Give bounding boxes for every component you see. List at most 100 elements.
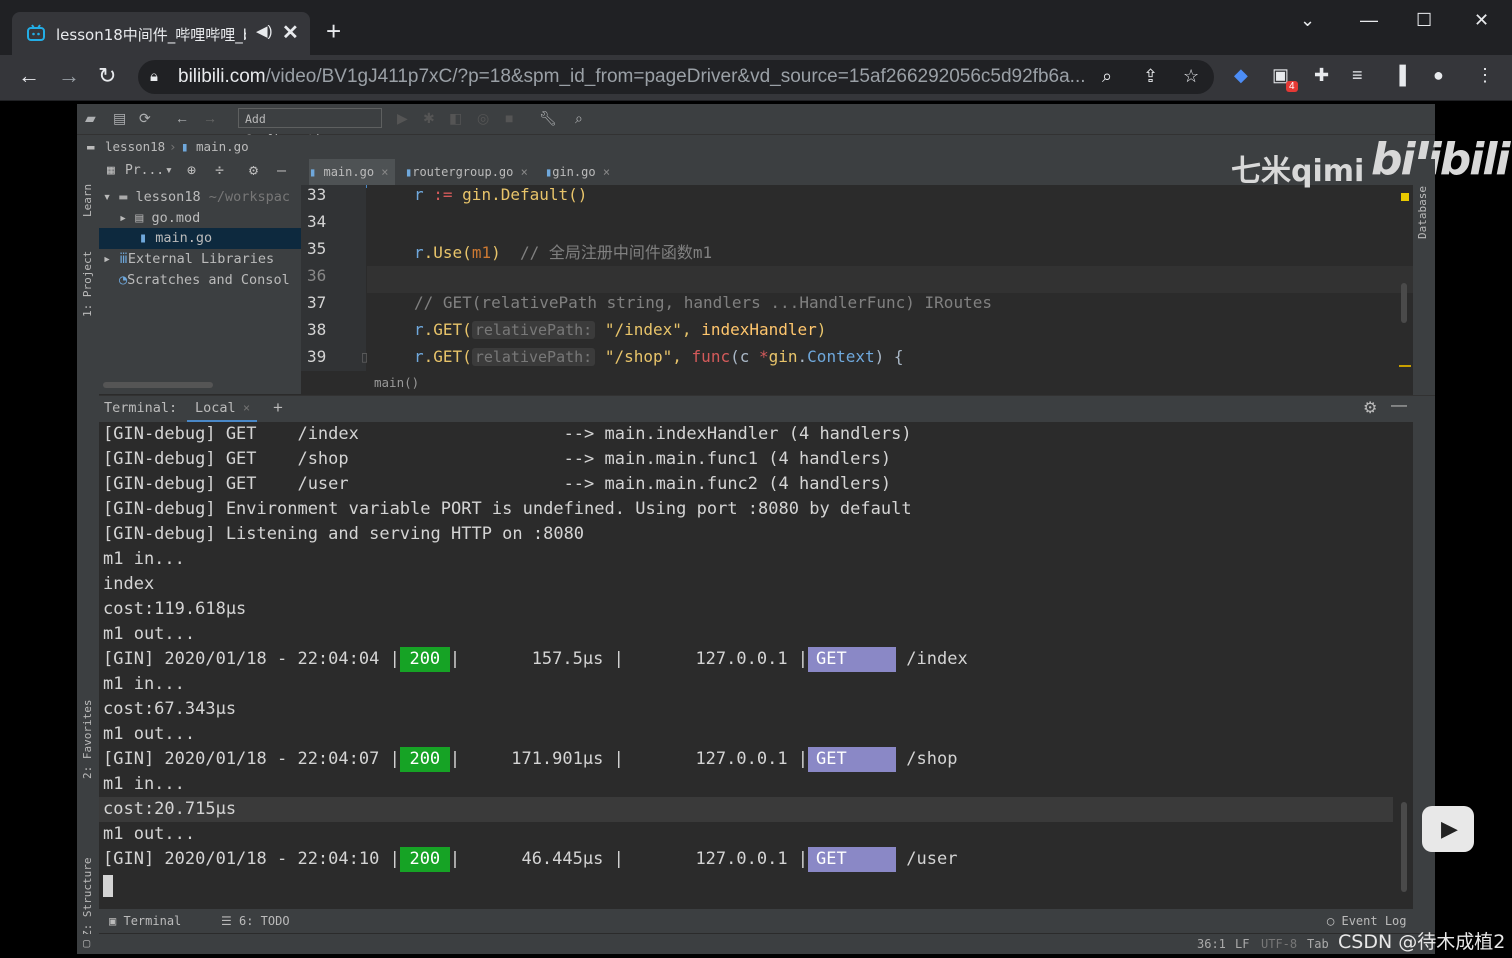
locate-icon[interactable]: ⊕ [187, 161, 196, 179]
error-stripe-mark[interactable] [1399, 365, 1411, 367]
open-folder-icon[interactable]: ▰ [85, 110, 96, 127]
caret-position[interactable]: 36:1 [1197, 937, 1226, 951]
bottom-tool-tabs: ▣ Terminal ☰ 6: TODO ◯ Event Log [99, 909, 1435, 933]
status-badge: 200 [399, 747, 450, 772]
collapse-icon[interactable]: ÷ [215, 161, 224, 179]
line-highlight [99, 797, 1393, 822]
right-tool-strip: Database [1413, 159, 1435, 909]
close-window-icon[interactable]: ✕ [1474, 10, 1489, 31]
close-tab-icon[interactable]: ✕ [282, 20, 299, 45]
tree-item-gomod[interactable]: ▸ ▤ go.mod [119, 210, 200, 226]
terminal-tool-tab[interactable]: ▣ Terminal [109, 914, 181, 928]
status-badge: 200 [399, 647, 450, 672]
indent-setting[interactable]: Tab [1307, 937, 1329, 951]
new-terminal-icon[interactable]: + [273, 398, 283, 418]
terminal-line: m1 out... [103, 824, 196, 844]
bookmark-star-icon[interactable]: ☆ [1183, 66, 1199, 87]
forward-nav-icon[interactable]: → [203, 110, 217, 126]
project-view-selector[interactable]: Pr... [125, 163, 164, 178]
play-icon[interactable]: ▶ [1441, 816, 1458, 842]
list-icon: ☰ [221, 914, 232, 928]
terminal-output[interactable]: [GIN-debug] GET /index --> main.indexHan… [99, 422, 1413, 907]
debug-icon[interactable]: ✱ [423, 110, 435, 127]
hide-panel-icon[interactable]: — [277, 161, 286, 179]
line-number: 33 [307, 185, 327, 204]
layout-icon[interactable]: ▢ [83, 936, 90, 950]
dropdown-arrow-icon[interactable]: ▾ [165, 163, 173, 178]
editor-tab-main[interactable]: ▮ main.go × [309, 159, 395, 188]
speaker-icon[interactable]: ◀) [256, 22, 273, 40]
database-tool-tab[interactable]: Database [1416, 186, 1429, 239]
event-log-tab[interactable]: ◯ Event Log [1327, 914, 1407, 928]
terminal-line: m1 in... [103, 674, 185, 694]
stop-icon[interactable]: ■ [505, 110, 513, 126]
tree-item-external-libraries[interactable]: ▸ ⅲExternal Libraries [103, 251, 274, 267]
bilibili-player-icon[interactable]: ▶ [1422, 806, 1474, 852]
add-configuration-button[interactable]: Add Configuration... [238, 108, 382, 146]
reading-list-icon[interactable]: ≡ [1352, 65, 1363, 86]
extension-diamond-icon[interactable]: ◆ [1234, 65, 1248, 86]
extensions-puzzle-icon[interactable]: ✚ [1314, 65, 1329, 86]
editor-tab-routergroup[interactable]: ▮routergroup.go × [405, 159, 537, 185]
close-icon[interactable]: × [603, 165, 610, 179]
learn-tool-tab[interactable]: Learn [81, 184, 94, 217]
code-line-33: r := gin.Default() [414, 185, 588, 204]
line-separator[interactable]: LF [1235, 937, 1249, 951]
tree-item-scratches[interactable]: ◔Scratches and Consol [119, 272, 290, 288]
address-bar[interactable]: 🔒︎ bilibili.com/video/BV1gJ411p7xC/?p=18… [138, 60, 1214, 94]
terminal-line: index [103, 574, 155, 594]
code-editor[interactable]: r := gin.Default() r.Use(m1) // 全局注册中间件函… [367, 185, 1413, 381]
zoom-icon[interactable]: ⌕ [1102, 66, 1112, 87]
hide-panel-icon[interactable]: — [1391, 397, 1407, 415]
side-panel-icon[interactable]: ▐ [1393, 65, 1406, 86]
maximize-icon[interactable]: ☐ [1416, 10, 1432, 31]
project-tool-tab[interactable]: 1: Project [81, 251, 94, 317]
editor-scrollbar[interactable] [1401, 283, 1407, 323]
run-icon[interactable]: ▶ [397, 110, 408, 127]
terminal-scrollbar[interactable] [1401, 802, 1407, 892]
settings-wrench-icon[interactable]: 🔧︎ [539, 110, 557, 127]
forward-icon[interactable]: → [58, 63, 80, 89]
tree-item-maingo[interactable]: ▮ main.go [139, 230, 212, 246]
tab-search-icon[interactable]: ⌄ [1300, 10, 1315, 31]
share-icon[interactable]: ⇪ [1143, 66, 1158, 87]
terminal-tab-local[interactable]: Local × [187, 396, 257, 423]
gear-icon[interactable]: ⚙ [1363, 398, 1377, 418]
search-everywhere-icon[interactable]: ⌕ [575, 110, 583, 127]
browser-tab[interactable]: lesson18中间件_哔哩哔哩_b ◀) ✕ [12, 12, 310, 55]
file-encoding[interactable]: UTF-8 [1261, 937, 1297, 951]
close-icon[interactable]: × [243, 401, 250, 415]
gear-icon[interactable]: ⚙ [249, 161, 258, 179]
project-view-icon: ▦ [107, 163, 115, 178]
inspection-indicator-icon[interactable] [1401, 193, 1409, 201]
browser-toolbar: ← → ↻ 🔒︎ bilibili.com/video/BV1gJ411p7xC… [0, 55, 1512, 100]
back-nav-icon[interactable]: ← [175, 110, 189, 126]
editor-tab-gin[interactable]: ▮gin.go × [545, 159, 625, 185]
new-tab-icon[interactable]: + [326, 18, 341, 44]
horizontal-scrollbar[interactable] [103, 382, 213, 388]
structure-tool-tab[interactable]: Z: Structure [81, 858, 94, 937]
menu-icon[interactable]: ⋮ [1476, 65, 1494, 86]
back-icon[interactable]: ← [18, 63, 40, 89]
coverage-icon[interactable]: ◧ [449, 110, 462, 127]
save-icon[interactable]: ▤ [113, 110, 126, 127]
lock-icon[interactable]: 🔒︎ [150, 68, 158, 85]
breadcrumb-file[interactable]: main.go [196, 139, 249, 154]
profile-run-icon[interactable]: ◎ [477, 110, 489, 127]
profile-icon[interactable]: ● [1433, 65, 1444, 86]
url-text[interactable]: bilibili.com/video/BV1gJ411p7xC/?p=18&sp… [178, 66, 1086, 88]
sync-icon[interactable]: ⟳ [139, 110, 151, 127]
bilibili-favicon-icon [27, 24, 45, 41]
close-icon[interactable]: × [521, 165, 528, 179]
tree-item-root[interactable]: ▾ ▬ lesson18 ~/workspac [103, 189, 290, 205]
terminal-line: cost:20.715µs [103, 799, 237, 819]
close-icon[interactable]: × [381, 165, 388, 179]
reload-icon[interactable]: ↻ [98, 63, 116, 89]
line-number: 34 [307, 212, 327, 231]
line-number: 38 [307, 320, 327, 339]
minimize-icon[interactable]: — [1360, 10, 1378, 31]
todo-tool-tab[interactable]: ☰ 6: TODO [221, 914, 290, 928]
structure-crumb[interactable]: main() [374, 375, 419, 390]
favorites-tool-tab[interactable]: 2: Favorites [81, 700, 94, 779]
breadcrumb-project[interactable]: lesson18 [105, 139, 165, 154]
